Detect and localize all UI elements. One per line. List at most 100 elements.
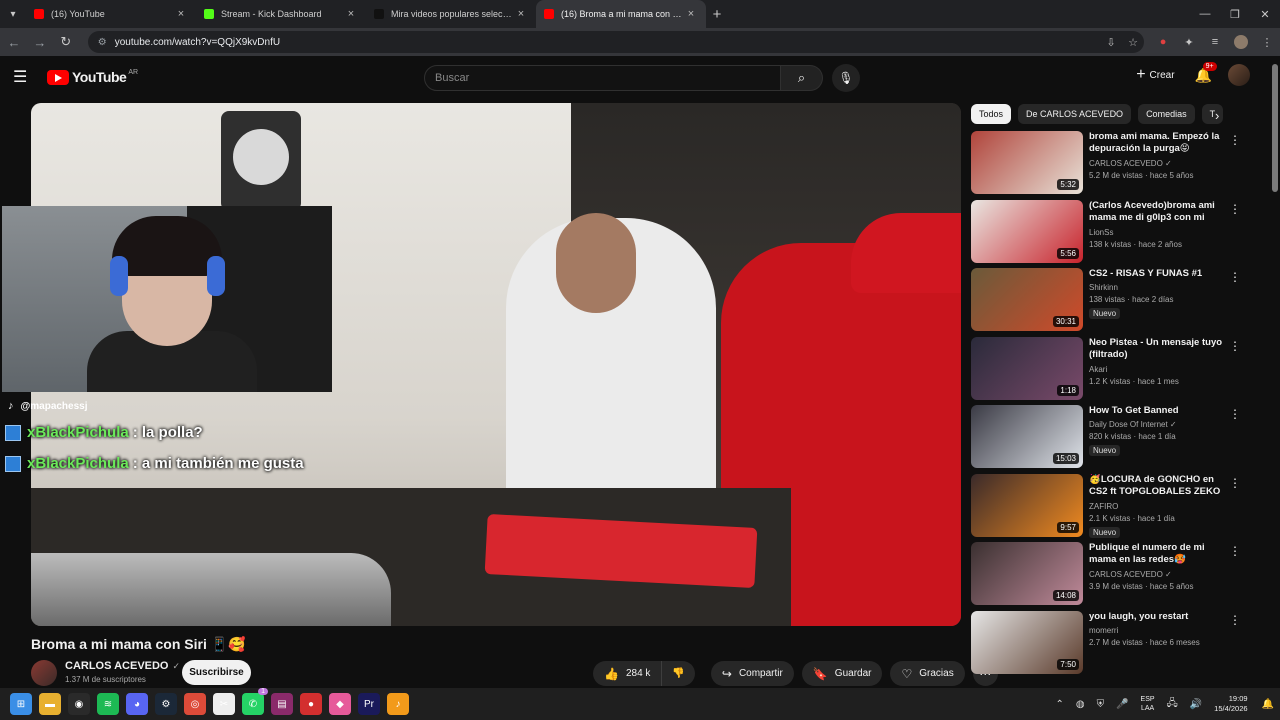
more-vertical-icon[interactable]: ⋮ xyxy=(1229,613,1241,627)
recommendation-item[interactable]: 7:50 you laugh, you restart momerri 2.7 M d… xyxy=(971,610,1261,675)
recommendation-item[interactable]: 14:08 Publique el numero de mi mama en la… xyxy=(971,542,1261,606)
discord-icon[interactable]: ◕ xyxy=(126,693,148,715)
channel-avatar[interactable] xyxy=(31,660,57,686)
scrollbar-thumb[interactable] xyxy=(1272,64,1278,192)
browser-tab[interactable]: Stream - Kick Dashboard × xyxy=(196,0,366,28)
network-icon[interactable]: 🖧 xyxy=(1167,696,1178,713)
forward-icon[interactable]: → xyxy=(28,30,52,54)
share-button[interactable]: ↪ Compartir xyxy=(710,661,794,686)
voice-search-button[interactable]: 🎙 xyxy=(832,64,860,92)
more-vertical-icon[interactable]: ⋮ xyxy=(1229,133,1241,147)
extensions-puzzle-icon[interactable]: ✦ xyxy=(1176,36,1202,49)
recommendation-channel[interactable]: LionSs xyxy=(1089,228,1113,237)
input-language[interactable]: ESP LAA xyxy=(1141,695,1155,713)
recommendation-item[interactable]: 1:18 Neo Pistea - Un mensaje tuyo (filtra… xyxy=(971,336,1261,401)
browser-tab[interactable]: Mira videos populares seleccion × xyxy=(366,0,536,28)
video-thumbnail[interactable]: 5:56 xyxy=(971,199,1083,263)
recommendation-title[interactable]: Publique el numero de mi mama en las red… xyxy=(1089,542,1225,566)
chrome-menu-icon[interactable]: ⋮ xyxy=(1254,36,1280,49)
spotify-icon[interactable]: ≋ xyxy=(97,693,119,715)
subscribe-button[interactable]: Suscribirse xyxy=(182,660,251,685)
riot-icon[interactable]: ● xyxy=(300,693,322,715)
recommendation-channel[interactable]: Shirkinn xyxy=(1089,283,1118,292)
create-button[interactable]: + Crear xyxy=(1136,66,1174,84)
recommendation-item[interactable]: 5:32 broma ami mama. Empezó la depuración… xyxy=(971,131,1261,195)
more-vertical-icon[interactable]: ⋮ xyxy=(1229,270,1241,284)
recommendation-channel[interactable]: momerri xyxy=(1089,626,1118,635)
app-icon[interactable]: ◆ xyxy=(329,693,351,715)
recommendation-title[interactable]: broma ami mama. Empezó la depuración la … xyxy=(1089,131,1225,155)
search-button[interactable]: ⌕ xyxy=(781,65,823,91)
browser-tab[interactable]: (16) YouTube × xyxy=(26,0,196,28)
recommendation-title[interactable]: (Carlos Acevedo)broma ami mama me di g0l… xyxy=(1089,200,1225,225)
filter-chip[interactable]: Comedias xyxy=(1138,104,1195,124)
more-vertical-icon[interactable]: ⋮ xyxy=(1229,202,1241,216)
filter-chip[interactable]: Todos xyxy=(971,104,1012,124)
extension-red-icon[interactable]: ● xyxy=(1150,36,1176,48)
bookmark-star-icon[interactable]: ☆ xyxy=(1122,36,1144,49)
channel-name-row[interactable]: CARLOS ACEVEDO ✓ xyxy=(65,660,180,672)
tab-close-icon[interactable]: × xyxy=(514,8,528,20)
more-vertical-icon[interactable]: ⋮ xyxy=(1229,407,1241,421)
recommendation-title[interactable]: How To Get Banned xyxy=(1089,405,1225,417)
recommendation-item[interactable]: 9:57 🥳LOCURA de GONCHO en CS2 ft TOPGLOBA… xyxy=(971,473,1261,538)
account-avatar[interactable] xyxy=(1228,64,1250,86)
chrome-icon[interactable]: ◎ xyxy=(184,693,206,715)
recommendation-channel[interactable]: Akari xyxy=(1089,365,1107,374)
recommendation-title[interactable]: CS2 - RISAS Y FUNAS #1 xyxy=(1089,268,1225,280)
capcut-icon[interactable]: ✂ xyxy=(213,693,235,715)
recommendation-title[interactable]: 🥳LOCURA de GONCHO en CS2 ft TOPGLOBALES … xyxy=(1089,474,1225,499)
guide-menu-icon[interactable]: ☰ xyxy=(13,67,37,87)
notification-center-icon[interactable]: 🔔 xyxy=(1262,699,1274,710)
fl-studio-icon[interactable]: ♪ xyxy=(387,693,409,715)
obs-icon[interactable]: ◉ xyxy=(68,693,90,715)
tab-search-icon[interactable]: ▾ xyxy=(0,0,26,28)
filter-chip[interactable]: De CARLOS ACEVEDO xyxy=(1018,104,1132,124)
tray-app-icon[interactable]: ◍ xyxy=(1076,699,1085,710)
chevron-right-icon[interactable]: › xyxy=(1215,108,1219,123)
save-button[interactable]: 🔖 Guardar xyxy=(801,661,883,686)
tray-chevron-up-icon[interactable]: ⌃ xyxy=(1055,699,1063,710)
like-button[interactable]: 👍 284 k xyxy=(593,661,663,686)
recommendation-channel[interactable]: ZAFIRO xyxy=(1089,502,1118,511)
site-info-icon[interactable]: ⚙ xyxy=(98,37,107,48)
tray-mic-icon[interactable]: 🎤 xyxy=(1116,699,1128,710)
profile-avatar[interactable] xyxy=(1234,35,1249,49)
reload-icon[interactable]: ↻ xyxy=(54,30,78,54)
page-scrollbar[interactable] xyxy=(1270,58,1280,688)
video-thumbnail[interactable]: 9:57 xyxy=(971,473,1083,537)
notifications-button[interactable]: 🔔 9+ xyxy=(1195,61,1217,84)
recommendation-title[interactable]: Neo Pistea - Un mensaje tuyo (filtrado) xyxy=(1089,337,1225,361)
install-app-icon[interactable]: ⇩ xyxy=(1100,36,1122,49)
recommendation-item[interactable]: 15:03 How To Get Banned Daily Dose Of Inte… xyxy=(971,405,1261,469)
recommendation-channel[interactable]: CARLOS ACEVEDO ✓ xyxy=(1089,159,1172,168)
reading-list-icon[interactable]: ≡ xyxy=(1202,36,1228,48)
video-thumbnail[interactable]: 1:18 xyxy=(971,336,1083,400)
address-bar[interactable]: ⚙ youtube.com/watch?v=QQjX9kvDnfU ⇩ ☆ xyxy=(87,31,1145,53)
back-icon[interactable]: ← xyxy=(2,30,26,54)
whatsapp-icon[interactable]: ✆ 1 xyxy=(242,688,268,715)
new-tab-button[interactable]: + xyxy=(706,6,728,23)
file-explorer-icon[interactable]: ▬ xyxy=(39,693,61,715)
recommendation-item[interactable]: 30:31 CS2 - RISAS Y FUNAS #1 Shirkinn 138 v… xyxy=(971,268,1261,332)
tab-close-icon[interactable]: × xyxy=(174,8,188,20)
system-clock[interactable]: 19:09 15/4/2026 xyxy=(1214,694,1247,714)
tray-shield-icon[interactable]: ⛨ xyxy=(1097,699,1105,710)
thanks-button[interactable]: ♡ Gracias xyxy=(890,661,965,686)
tab-close-icon[interactable]: × xyxy=(684,8,698,20)
filter-chip[interactable]: T xyxy=(1201,104,1224,124)
recommendation-channel[interactable]: CARLOS ACEVEDO ✓ xyxy=(1089,570,1172,579)
search-input[interactable]: Buscar xyxy=(424,65,781,91)
tab-close-icon[interactable]: × xyxy=(344,8,358,20)
winrar-icon[interactable]: ▤ xyxy=(271,693,293,715)
minimize-icon[interactable]: — xyxy=(1190,0,1220,28)
close-window-icon[interactable]: ✕ xyxy=(1250,0,1280,28)
browser-tab[interactable]: (16) Broma a mi mama con Siri × xyxy=(536,0,706,28)
more-vertical-icon[interactable]: ⋮ xyxy=(1229,339,1241,353)
recommendation-channel[interactable]: Daily Dose Of Internet ✓ xyxy=(1089,420,1177,429)
premiere-icon[interactable]: Pr xyxy=(358,693,380,715)
windows-start-icon[interactable]: ⊞ xyxy=(10,693,32,715)
recommendation-title[interactable]: you laugh, you restart xyxy=(1089,611,1225,623)
video-thumbnail[interactable]: 7:50 xyxy=(971,610,1083,674)
video-thumbnail[interactable]: 15:03 xyxy=(971,405,1083,468)
